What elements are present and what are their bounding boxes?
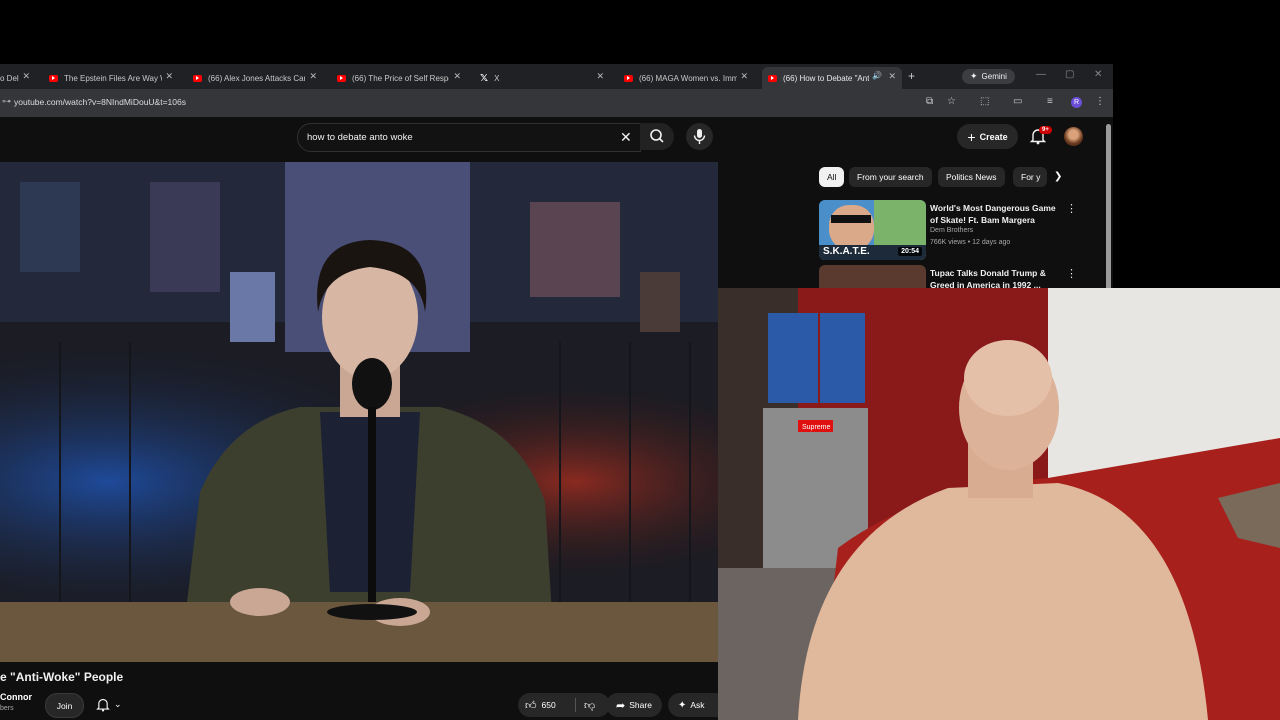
tab-title: (66) Alex Jones Attacks Cand [208,73,305,83]
like-count: 650 [541,700,556,710]
profile-avatar[interactable]: R [1071,97,1082,108]
tab-2[interactable]: (66) Alex Jones Attacks Cand ✕ [193,67,323,89]
tab-3[interactable]: (66) The Price of Self Respec ✕ [337,67,467,89]
recommendation-item[interactable]: S.K.A.T.E. 20:54 World's Most Dangerous … [819,200,1099,262]
sparkle-icon: ✦ [678,699,687,711]
bookmark-star-icon[interactable]: ☆ [947,96,956,107]
sidepanel-icon[interactable]: ▭ [1013,96,1022,107]
like-button[interactable]: 👍︎ 650 [518,699,575,712]
tab-title: (66) MAGA Women vs. Immi [639,73,737,83]
gemini-label: Gemini [981,72,1007,81]
search-input[interactable]: how to debate anto woke [307,132,413,143]
chevron-down-icon: ⌄ [114,699,122,709]
youtube-icon [624,74,633,82]
search-icon [650,129,664,143]
more-options-icon[interactable]: ⋮ [1066,267,1077,280]
video-duration: 20:54 [898,247,922,256]
menu-kebab-icon[interactable]: ⋮ [1095,96,1105,107]
ask-button[interactable]: ✦ Ask [668,693,718,717]
thumbnail-text: S.K.A.T.E. [823,246,870,257]
tab-0[interactable]: o Del ✕ [0,67,36,89]
tab-title: (66) How to Debate "Anti [783,73,869,83]
chip-from-your-search[interactable]: From your search [849,167,932,187]
tab-1[interactable]: The Epstein Files Are Way W ✕ [49,67,179,89]
close-icon[interactable]: ✕ [453,71,461,82]
x-logo-icon: 𝕏 [480,72,489,84]
create-label: Create [979,131,1008,142]
webcam-frame: Supreme [718,288,1280,720]
plus-icon: + [967,128,976,145]
recommendation-meta: 766K views • 12 days ago [930,239,1011,246]
page-scrollbar[interactable] [1106,124,1111,294]
thumbs-down-icon: 👎︎ [584,699,596,712]
share-button[interactable]: ➦ Share [606,693,662,717]
youtube-icon [193,74,202,82]
ask-label: Ask [690,700,705,710]
channel-name[interactable]: Connor [0,692,32,702]
close-icon[interactable]: ✕ [740,71,748,82]
youtube-icon [768,74,777,82]
close-icon[interactable]: ✕ [165,71,173,82]
video-thumbnail[interactable]: S.K.A.T.E. 20:54 [819,200,926,260]
voice-search-button[interactable] [686,123,713,150]
install-app-icon[interactable]: ⧉ [926,96,933,107]
webcam-overlay: Supreme [718,288,1280,720]
gemini-icon: ✦ [970,71,978,81]
video-player[interactable] [0,162,718,662]
search-box[interactable]: how to debate anto woke ✕ [297,123,641,152]
gemini-button[interactable]: ✦ Gemini [962,69,1015,84]
more-options-icon[interactable]: ⋮ [1066,202,1077,215]
youtube-icon [337,74,346,82]
recommendation-channel[interactable]: Dem Brothers [930,227,973,234]
create-button[interactable]: + Create [957,124,1018,149]
chevron-right-icon[interactable]: ❯ [1054,171,1062,182]
subscriber-count: bers [0,705,14,712]
tab-title: X [494,73,500,83]
like-dislike-group: 👍︎ 650 👎︎ [518,693,610,717]
video-frame [0,162,718,662]
new-tab-button[interactable]: + [908,69,915,83]
clear-search-icon[interactable]: ✕ [620,129,632,146]
dislike-button[interactable]: 👎︎ [576,699,595,712]
supreme-sign-text: Supreme [802,424,831,431]
close-icon[interactable]: ✕ [22,71,30,82]
recommendation-title[interactable]: World's Most Dangerous Game of Skate! Ft… [930,202,1058,226]
tab-title: o Del [0,73,19,83]
account-avatar[interactable] [1064,127,1083,146]
speaker-icon[interactable]: 🔊 [872,71,882,80]
microphone-icon [693,129,706,144]
address-bar: ⊶ youtube.com/watch?v=8NIndMiDouU&t=106s… [0,89,1113,117]
share-label: Share [629,700,652,710]
chip-all[interactable]: All [819,167,845,187]
subscribe-bell-button[interactable]: ⌄ [90,693,140,716]
tab-6-active[interactable]: (66) How to Debate "Anti 🔊 ✕ [762,67,902,89]
join-button[interactable]: Join [45,693,84,718]
media-controls-icon[interactable]: ≡ [1047,96,1053,107]
tab-4[interactable]: 𝕏 X ✕ [480,67,610,89]
chip-for-you[interactable]: For y [1013,167,1047,187]
window-close-icon[interactable]: ✕ [1094,69,1102,80]
share-arrow-icon: ➦ [616,699,626,712]
thumbs-up-icon: 👍︎ [525,699,537,712]
maximize-icon[interactable]: ▢ [1065,69,1074,80]
chip-politics-news[interactable]: Politics News [938,167,1005,187]
minimize-icon[interactable]: — [1036,69,1046,80]
youtube-icon [49,74,58,82]
close-icon[interactable]: ✕ [309,71,317,82]
notifications-badge: 9+ [1039,126,1052,134]
tab-title: (66) The Price of Self Respec [352,73,449,83]
site-info-icon[interactable]: ⊶ [2,96,11,107]
bell-icon [96,698,110,712]
extensions-icon[interactable]: ⬚ [980,96,989,107]
close-icon[interactable]: ✕ [888,71,896,82]
tab-title: The Epstein Files Are Way W [64,73,162,83]
search-button[interactable] [640,123,674,150]
tab-strip: o Del ✕ The Epstein Files Are Way W ✕ (6… [0,64,1113,89]
video-title: e "Anti-Woke" People [0,670,124,684]
close-icon[interactable]: ✕ [596,71,604,82]
url-field[interactable]: youtube.com/watch?v=8NIndMiDouU&t=106s [14,97,186,107]
tab-5[interactable]: (66) MAGA Women vs. Immi ✕ [624,67,754,89]
